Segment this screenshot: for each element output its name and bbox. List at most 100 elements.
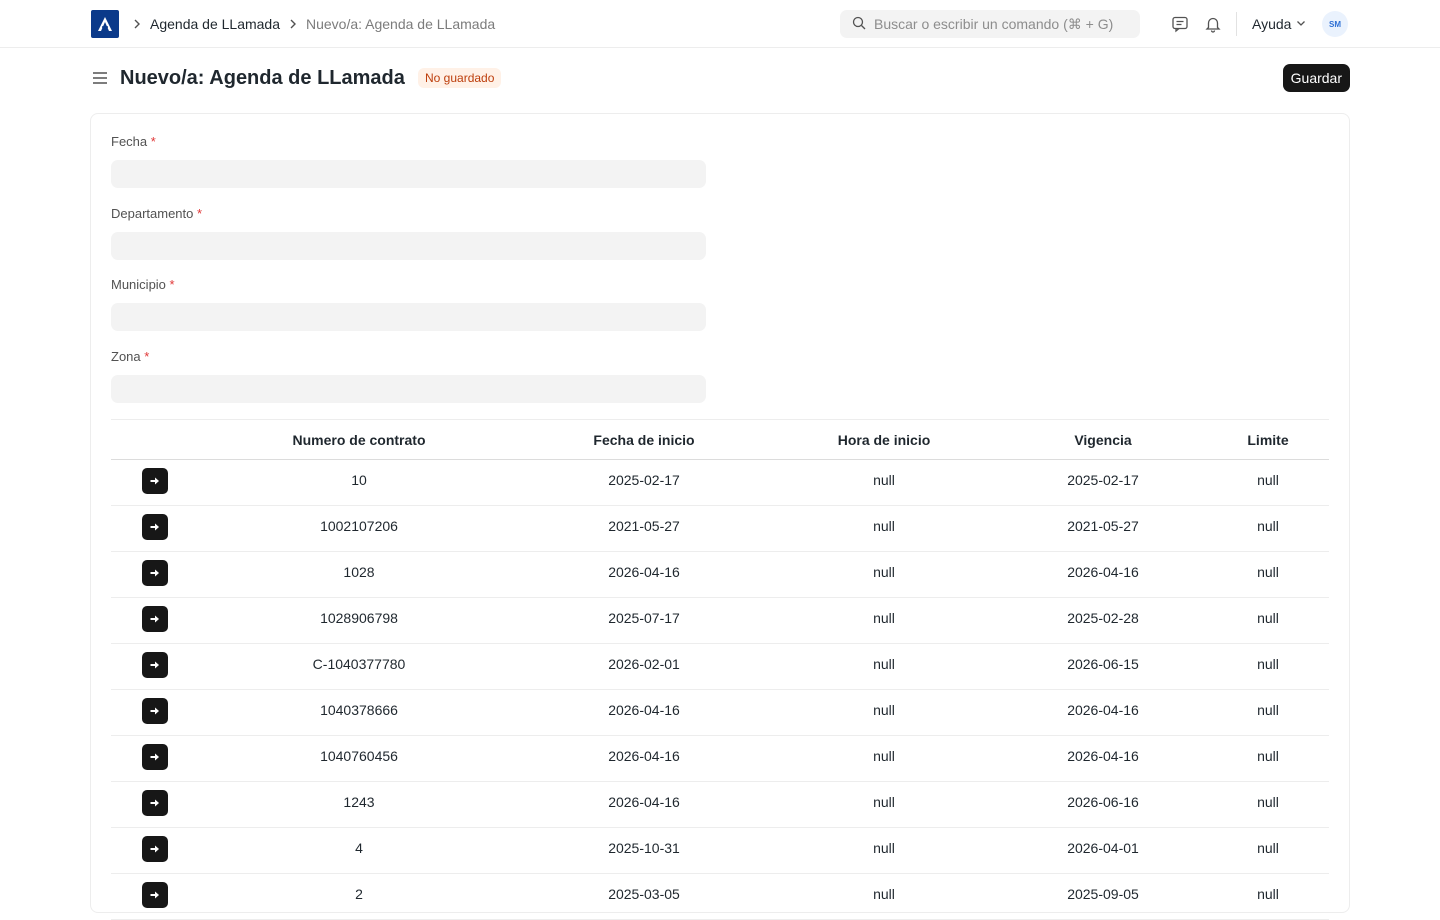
table-cell: null [873,518,895,534]
table-cell: 2025-02-28 [1067,610,1139,626]
avatar[interactable]: SM [1322,11,1348,37]
field-zona: Zona * [111,349,706,403]
table-cell: 2026-04-16 [1067,702,1139,718]
table-cell: null [873,610,895,626]
search-input[interactable] [874,16,1134,32]
save-button[interactable]: Guardar [1282,64,1350,92]
table-row[interactable]: 2 2025-03-05 null 2025-09-05 null [111,874,1329,920]
table-cell: 2026-06-16 [1067,794,1139,810]
bell-icon[interactable] [1203,14,1223,34]
field-municipio: Municipio * [111,277,706,331]
table-cell: null [873,702,895,718]
field-label: Zona * [111,349,150,364]
table-cell: 1028 [343,564,375,580]
navbar: Agenda de LLamada Nuevo/a: Agenda de LLa… [0,0,1440,48]
row-action-cell [111,874,199,908]
arrow-right-icon[interactable] [142,698,168,724]
row-action-cell [111,782,199,816]
municipio-input[interactable] [111,303,706,331]
chat-icon[interactable] [1170,14,1190,34]
field-fecha: Fecha * [111,134,706,188]
table-row[interactable]: 1040378666 2026-04-16 null 2026-04-16 null [111,690,1329,736]
search-icon [852,16,866,33]
column-header: Vigencia [1074,431,1132,448]
arrow-right-icon[interactable] [142,514,168,540]
table-row[interactable]: 1002107206 2021-05-27 null 2021-05-27 null [111,506,1329,552]
table-cell: 2025-02-17 [1067,472,1139,488]
table-cell: 2025-10-31 [608,840,680,856]
table-cell: 2026-04-16 [608,794,680,810]
table-cell: 2026-02-01 [608,656,680,672]
table-cell: 2021-05-27 [1067,518,1139,534]
table-cell: 2026-04-16 [608,564,680,580]
contracts-table: Numero de contrato Fecha de inicio Hora … [111,419,1329,920]
column-header: Numero de contrato [292,431,426,448]
table-row[interactable]: 1028906798 2025-07-17 null 2025-02-28 null [111,598,1329,644]
table-cell: null [873,472,895,488]
table-cell: null [1257,840,1279,856]
table-cell: null [873,656,895,672]
table-cell: null [1257,610,1279,626]
arrow-right-icon[interactable] [142,882,168,908]
column-header: Hora de inicio [837,431,931,448]
hamburger-icon[interactable] [91,68,109,88]
status-badge: No guardado [418,68,502,88]
table-cell: null [1257,564,1279,580]
row-action-cell [111,736,199,770]
zona-input[interactable] [111,375,706,403]
search-bar[interactable] [840,10,1140,38]
table-cell: 2025-07-17 [608,610,680,626]
table-cell: 1028906798 [320,610,398,626]
field-label: Fecha * [111,134,156,149]
table-cell: 2025-02-17 [608,472,680,488]
table-cell: null [873,840,895,856]
app-logo-icon[interactable] [91,10,119,38]
column-header: Limite [1247,431,1289,448]
table-cell: 2026-06-15 [1067,656,1139,672]
arrow-right-icon[interactable] [142,744,168,770]
arrow-right-icon[interactable] [142,606,168,632]
table-row[interactable]: 1028 2026-04-16 null 2026-04-16 null [111,552,1329,598]
column-header: Fecha de inicio [593,431,695,448]
table-cell: 2026-04-16 [1067,564,1139,580]
table-cell: C-1040377780 [312,656,406,672]
table-body: 10 2025-02-17 null 2025-02-17 null 1002107206… [111,460,1329,920]
table-cell: null [1257,518,1279,534]
table-cell: 2026-04-16 [608,748,680,764]
table-cell: 1243 [343,794,375,810]
table-row[interactable]: C-1040377780 2026-02-01 null 2026-06-15 null [111,644,1329,690]
table-row[interactable]: 10 2025-02-17 null 2025-02-17 null [111,460,1329,506]
arrow-right-icon[interactable] [142,468,168,494]
table-cell: null [873,794,895,810]
fecha-input[interactable] [111,160,706,188]
row-action-cell [111,552,199,586]
arrow-right-icon[interactable] [142,836,168,862]
arrow-right-icon[interactable] [142,560,168,586]
table-cell: 4 [355,840,363,856]
table-row[interactable]: 4 2025-10-31 null 2026-04-01 null [111,828,1329,874]
table-cell: 1040760456 [320,748,398,764]
arrow-right-icon[interactable] [142,652,168,678]
row-action-cell [111,506,199,540]
help-dropdown[interactable]: Ayuda [1252,0,1307,48]
departamento-input[interactable] [111,232,706,260]
table-cell: 2026-04-16 [608,702,680,718]
row-action-cell [111,460,199,494]
table-row[interactable]: 1040760456 2026-04-16 null 2026-04-16 null [111,736,1329,782]
page-head: Nuevo/a: Agenda de LLamada No guardado G… [91,64,1350,92]
table-cell: null [1257,656,1279,672]
field-departamento: Departamento * [111,206,706,260]
table-cell: 1040378666 [320,702,398,718]
row-action-cell [111,598,199,632]
breadcrumb: Agenda de LLamada Nuevo/a: Agenda de LLa… [132,0,495,48]
table-cell: 2021-05-27 [608,518,680,534]
breadcrumb-item-list[interactable]: Agenda de LLamada [150,16,280,32]
table-cell: null [1257,702,1279,718]
table-cell: 1002107206 [320,518,398,534]
breadcrumb-item-current[interactable]: Nuevo/a: Agenda de LLamada [306,16,495,32]
page-title: Nuevo/a: Agenda de LLamada [120,67,405,89]
arrow-right-icon[interactable] [142,790,168,816]
table-cell: null [1257,794,1279,810]
table-header: Numero de contrato Fecha de inicio Hora … [111,420,1329,460]
table-row[interactable]: 1243 2026-04-16 null 2026-06-16 null [111,782,1329,828]
